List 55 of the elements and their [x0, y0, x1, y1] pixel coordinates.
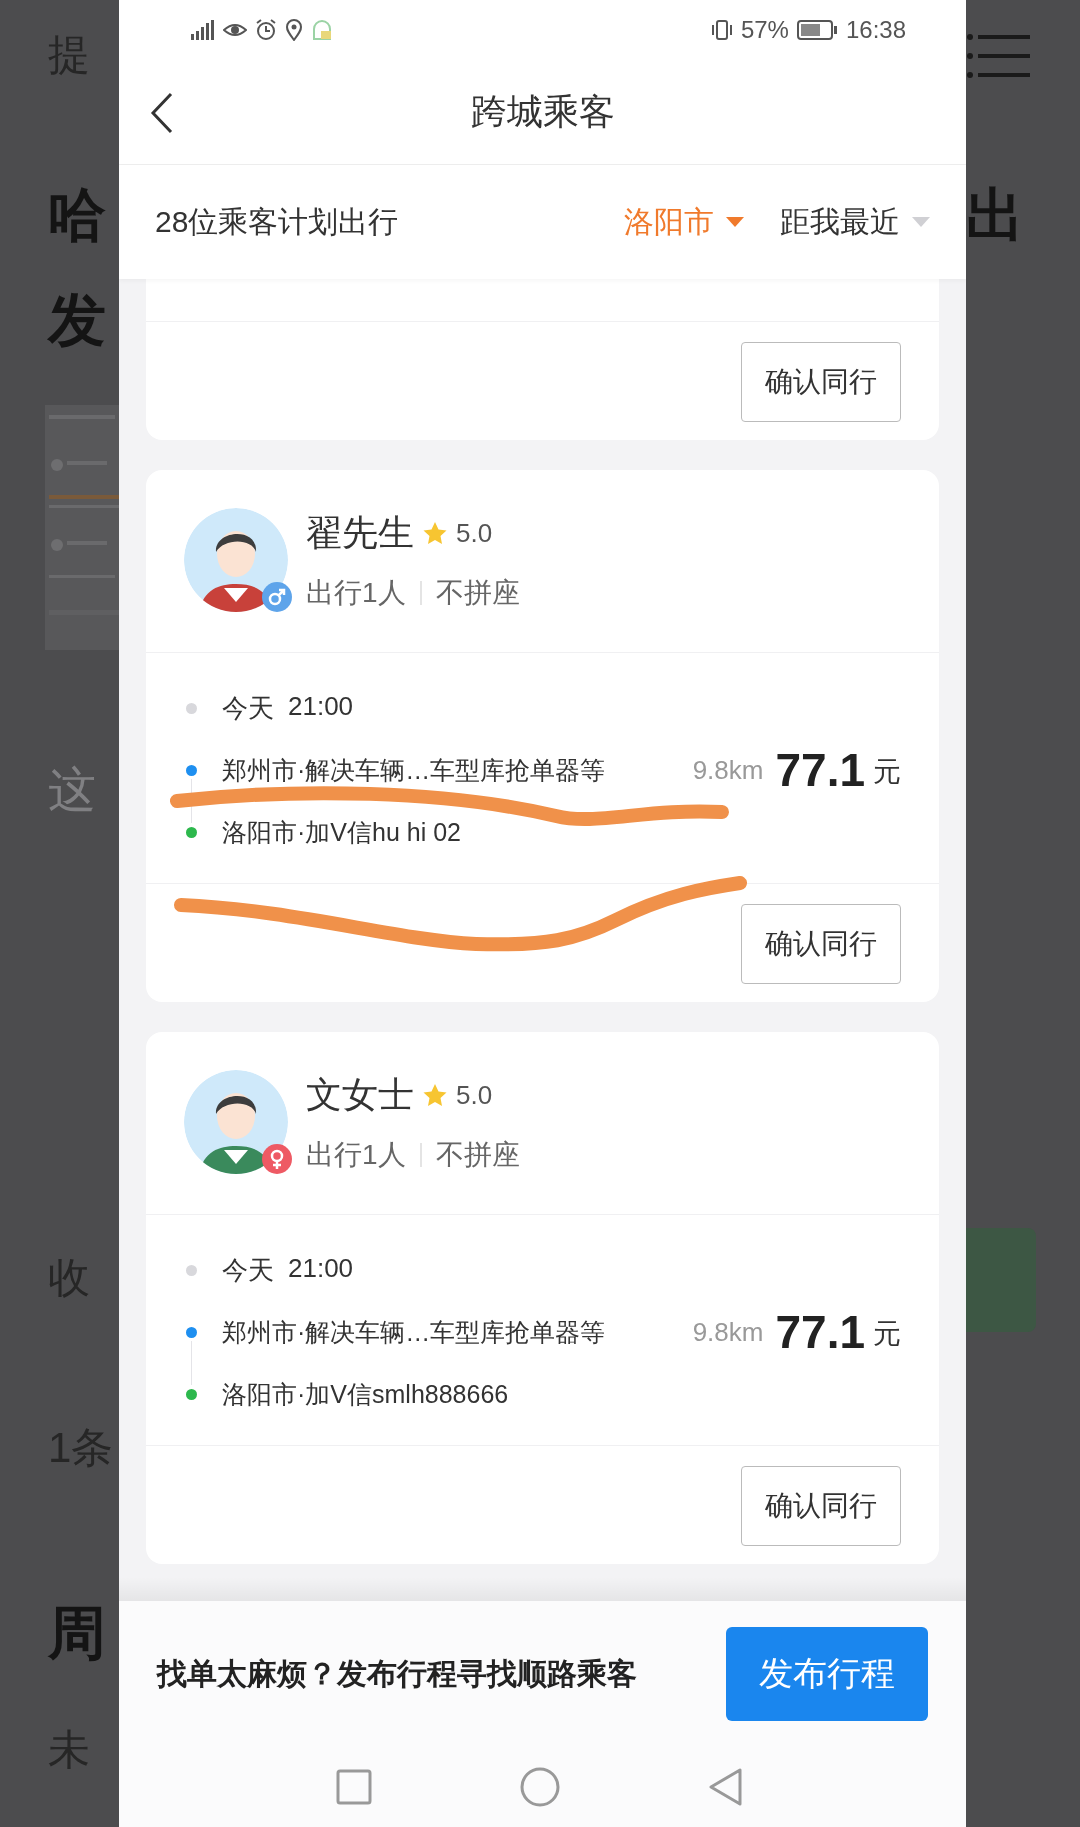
heading-text: 发	[46, 286, 107, 354]
gender-badge-icon	[262, 1144, 292, 1174]
fare-price: 77.1	[775, 1305, 865, 1359]
filter-dropdown[interactable]: 距我最近	[780, 201, 930, 243]
back-icon[interactable]	[149, 92, 175, 134]
seat-count: 出行1人	[306, 575, 406, 610]
caret-icon	[912, 217, 930, 227]
confirm-button[interactable]: 确认同行	[741, 1466, 901, 1546]
carpool-option: 不拼座	[435, 573, 520, 612]
time-dot	[186, 702, 197, 714]
stop-address: 洛阳市·加V信hu hi 02	[222, 816, 461, 848]
stop-address: 郑州市·解决车辆…车型库抢单器等	[222, 1316, 606, 1348]
home-icon[interactable]	[519, 1767, 560, 1807]
passenger-count: 28位乘客计划出行	[155, 203, 400, 240]
heading-text: 周	[47, 1600, 107, 1666]
time-dot	[186, 1264, 197, 1276]
stop-address: 郑州市·解决车辆…车型库抢单器等	[222, 754, 606, 786]
alarm-icon	[255, 19, 277, 41]
caret-icon	[726, 217, 744, 227]
passenger-name: 文女士	[306, 1072, 414, 1117]
screen-title: 跨城乘客	[470, 89, 615, 134]
departure-time: 21:00	[288, 690, 354, 723]
currency-unit: 元	[873, 755, 901, 789]
location-icon	[285, 19, 303, 41]
star-icon	[422, 1083, 448, 1107]
signal-icon	[191, 20, 215, 40]
carpool-option: 不拼座	[435, 1135, 520, 1174]
rating-score: 5.0	[456, 517, 493, 549]
vibrate-icon	[710, 19, 733, 41]
confirm-button[interactable]: 确认同行	[741, 342, 901, 422]
rating-score: 5.0	[456, 1079, 493, 1111]
departure-time: 21:00	[288, 1252, 354, 1285]
distance: 9.8km	[692, 1316, 764, 1348]
star-icon	[422, 521, 448, 545]
passenger-name: 翟先生	[306, 510, 414, 555]
confirm-button[interactable]: 确认同行	[741, 904, 901, 984]
heading-text: 出	[966, 181, 1025, 249]
clock-time: 16:38	[845, 16, 906, 44]
battery-icon	[796, 20, 838, 40]
currency-unit: 元	[873, 1317, 901, 1351]
publish-trip-button[interactable]: 发布行程	[726, 1627, 928, 1721]
distance: 9.8km	[692, 754, 764, 786]
fare-price: 77.1	[775, 743, 865, 797]
departure-day: 今天	[222, 1252, 274, 1288]
avatar-icon	[184, 508, 288, 612]
recent-apps-icon[interactable]	[335, 1769, 372, 1805]
battery-percent: 57%	[740, 16, 789, 44]
seat-count: 出行1人	[306, 1137, 406, 1172]
publish-prompt: 找单太麻烦？发布行程寻找顺路乘客	[157, 1655, 637, 1692]
heading-text: 哈	[47, 181, 107, 249]
gender-badge-icon	[262, 582, 292, 612]
app-notification-icon	[311, 19, 333, 41]
avatar-icon	[184, 1070, 288, 1174]
stop-address: 洛阳市·加V信smlh888666	[222, 1378, 509, 1410]
departure-day: 今天	[222, 690, 274, 726]
